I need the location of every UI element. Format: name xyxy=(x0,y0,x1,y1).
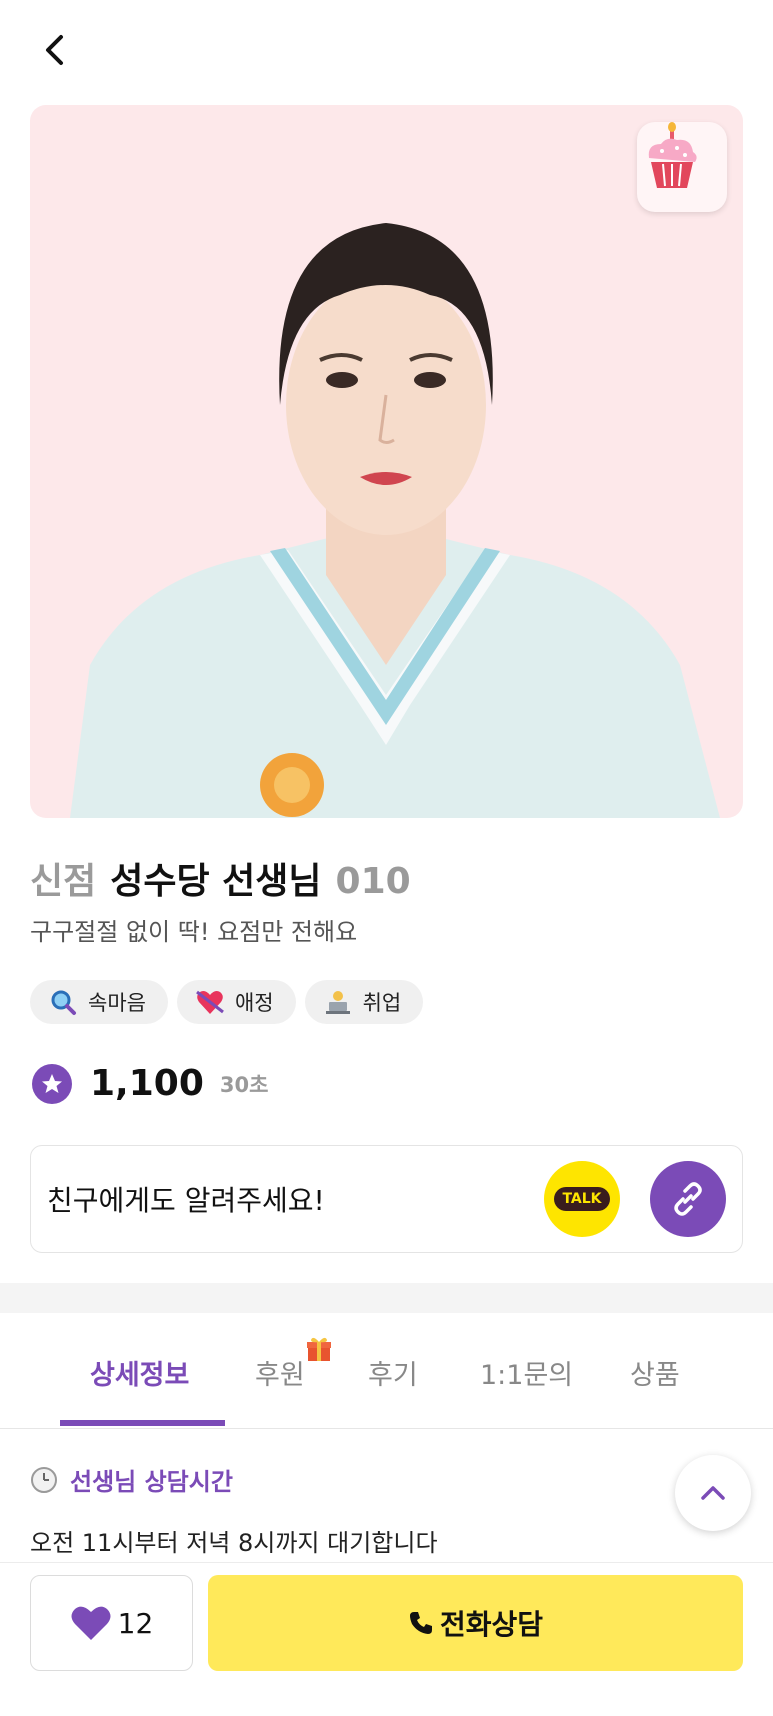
profile-photo xyxy=(30,105,743,818)
tab-reviews[interactable]: 후기 xyxy=(368,1353,418,1392)
profile-subtitle: 구구절절 없이 딱! 요점만 전해요 xyxy=(30,918,358,946)
back-button[interactable] xyxy=(34,30,74,70)
tab-details[interactable]: 상세정보 xyxy=(90,1353,189,1392)
share-box: 친구에게도 알려주세요! TALK xyxy=(30,1145,743,1253)
chip-label: 취업 xyxy=(362,991,402,1015)
section-divider xyxy=(0,1283,773,1313)
tab-inquiry[interactable]: 1:1문의 xyxy=(480,1353,573,1392)
tab-support[interactable]: 후원 xyxy=(255,1353,305,1392)
chip-label: 속마음 xyxy=(88,991,146,1015)
chip-job[interactable]: 취업 xyxy=(304,980,424,1024)
star-icon xyxy=(32,1063,72,1104)
hours-text: 오전 11시부터 저녁 8시까지 대기합니다 xyxy=(30,1529,438,1557)
kakao-talk-icon: TALK xyxy=(554,1187,610,1211)
birthday-badge xyxy=(637,122,727,212)
category-chips: 속마음 애정 취업 xyxy=(30,980,424,1024)
active-tab-indicator xyxy=(60,1420,225,1426)
phone-consult-label: 전화상담 xyxy=(439,1608,544,1641)
cupcake-icon xyxy=(648,122,697,188)
phone-icon xyxy=(409,1612,432,1634)
link-icon xyxy=(674,1182,702,1216)
profile-name-row: 신점 성수당 선생님 010 xyxy=(30,852,411,904)
scroll-top-button[interactable] xyxy=(675,1455,751,1531)
kakao-talk-share-button[interactable]: TALK xyxy=(544,1161,620,1237)
counselor-name: 성수당 선생님 xyxy=(110,861,322,902)
chip-love[interactable]: 애정 xyxy=(176,980,296,1024)
price-unit: 30초 xyxy=(219,1072,269,1097)
gift-icon xyxy=(307,1337,331,1361)
share-text: 친구에게도 알려주세요! xyxy=(47,1184,325,1217)
bottom-action-bar: 12 전화상담 xyxy=(0,1562,773,1716)
detail-tabs: 상세정보 후원 후기 1:1문의 상품 xyxy=(0,1313,773,1429)
chip-label: 애정 xyxy=(234,991,274,1015)
new-tag: 신점 xyxy=(30,861,97,902)
hours-title: 선생님 상담시간 xyxy=(70,1468,233,1496)
chevron-up-icon xyxy=(701,1486,725,1500)
clock-icon xyxy=(31,1466,57,1493)
like-button[interactable]: 12 xyxy=(30,1575,193,1671)
counselor-code: 010 xyxy=(335,861,411,902)
laptop-work-icon xyxy=(323,987,353,1017)
like-count: 12 xyxy=(117,1606,154,1640)
price-row: 1,100 30초 xyxy=(32,1063,268,1104)
magnifier-icon xyxy=(48,987,78,1017)
heart-arrow-icon xyxy=(195,987,225,1017)
tab-products[interactable]: 상품 xyxy=(630,1353,680,1392)
heart-icon xyxy=(71,1606,111,1640)
hours-heading: 선생님 상담시간 xyxy=(30,1462,233,1497)
chip-inner-mind[interactable]: 속마음 xyxy=(30,980,168,1024)
copy-link-button[interactable] xyxy=(650,1161,726,1237)
price-value: 1,100 xyxy=(90,1063,204,1104)
phone-consult-button[interactable]: 전화상담 xyxy=(208,1575,743,1671)
chevron-left-icon xyxy=(46,35,63,65)
